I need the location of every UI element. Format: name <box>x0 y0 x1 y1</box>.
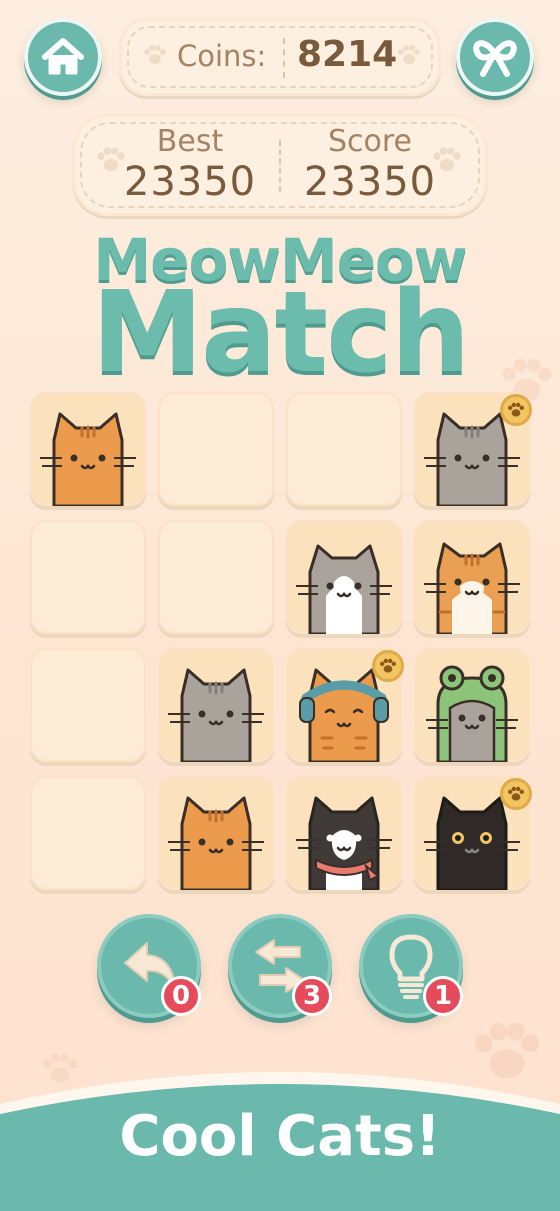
paw-badge <box>500 778 532 810</box>
current-score: Score 23350 <box>290 124 450 204</box>
shuffle-count-badge: 3 <box>292 976 332 1016</box>
shuffle-button[interactable]: 3 <box>228 914 332 1018</box>
tile-orange-cat[interactable] <box>30 392 146 506</box>
tile-gray-cat[interactable] <box>158 648 274 762</box>
frog-hat-cat-icon <box>426 665 518 762</box>
paw-badge <box>372 650 404 682</box>
gray-white-cat-icon <box>296 544 392 634</box>
orange-cat-icon <box>40 412 136 506</box>
coins-panel: Coins: 8214 <box>119 18 441 96</box>
tile-empty[interactable] <box>158 520 274 634</box>
orange-white-cat-icon <box>424 542 520 634</box>
paw-print-icon <box>398 45 420 64</box>
tuxedo-scarf-cat-icon <box>296 796 392 890</box>
paw-icon <box>508 402 524 417</box>
paw-icon <box>508 786 524 801</box>
hint-button[interactable]: 1 <box>359 914 463 1018</box>
banner-title: Cool Cats! <box>119 1104 441 1169</box>
bow-button[interactable] <box>456 18 534 96</box>
coins-value: 8214 <box>297 34 398 75</box>
tile-black-cat[interactable] <box>414 776 532 890</box>
coins-divider <box>283 38 285 78</box>
score-label: Score <box>327 124 413 159</box>
undo-button[interactable]: 0 <box>97 914 201 1018</box>
tile-frog-hat-cat[interactable] <box>414 648 530 762</box>
tile-gray-cat[interactable] <box>414 392 532 506</box>
home-icon <box>42 38 84 75</box>
game-title-line2: Match <box>91 268 471 398</box>
paw-icon <box>380 658 396 673</box>
score-divider <box>279 140 281 192</box>
paw-print-icon <box>433 147 461 172</box>
orange-cat-icon <box>168 796 264 890</box>
coins-label: Coins: <box>177 39 267 73</box>
best-label: Best <box>156 124 224 159</box>
score-panel: Best 23350 Score 23350 <box>72 114 488 216</box>
best-value: 23350 <box>123 159 257 205</box>
tile-orange-white-cat[interactable] <box>414 520 530 634</box>
game-board <box>30 392 532 892</box>
paw-badge <box>500 394 532 426</box>
hint-count-badge: 1 <box>423 976 463 1016</box>
bow-icon <box>473 40 517 77</box>
best-score: Best 23350 <box>110 124 270 204</box>
tile-gray-white-cat[interactable] <box>286 520 402 634</box>
tile-headphones-cat[interactable] <box>286 648 404 762</box>
tile-empty[interactable] <box>30 648 146 762</box>
tile-orange-cat[interactable] <box>158 776 274 890</box>
tile-empty[interactable] <box>158 392 274 506</box>
tile-empty[interactable] <box>286 392 402 506</box>
tile-empty[interactable] <box>30 776 146 890</box>
tile-tuxedo-scarf-cat[interactable] <box>286 776 402 890</box>
tile-empty[interactable] <box>30 520 146 634</box>
gray-cat-icon <box>168 668 264 762</box>
score-value: 23350 <box>303 159 437 205</box>
paw-print-icon <box>144 45 166 64</box>
home-button[interactable] <box>24 18 102 96</box>
undo-count-badge: 0 <box>161 976 201 1016</box>
